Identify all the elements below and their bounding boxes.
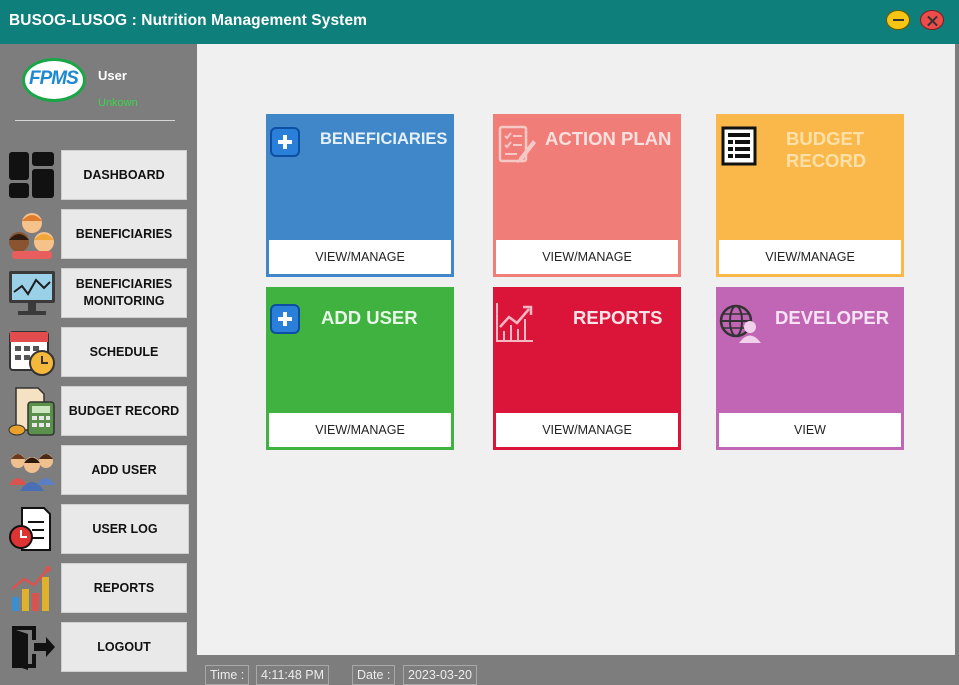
- date-value: 2023-03-20: [403, 665, 477, 685]
- tile-title: BUDGET RECORD: [786, 128, 867, 171]
- status-bar: Time : 4:11:48 PM Date : 2023-03-20: [197, 655, 959, 685]
- tile-beneficiaries[interactable]: BENEFICIARIES VIEW/MANAGE: [266, 114, 454, 277]
- tile-add-user[interactable]: ADD USER VIEW/MANAGE: [266, 287, 454, 450]
- window-title: BUSOG-LUSOG : Nutrition Management Syste…: [9, 12, 368, 29]
- view-manage-button[interactable]: VIEW/MANAGE: [269, 413, 451, 447]
- app-logo: FPMS: [22, 58, 86, 102]
- schedule-button[interactable]: SCHEDULE: [61, 327, 187, 377]
- checklist-icon: [497, 124, 537, 171]
- monitor-icon: [8, 268, 56, 318]
- tile-action-plan[interactable]: ACTION PLAN VIEW/MANAGE: [493, 114, 681, 277]
- sidebar-divider: [15, 120, 175, 121]
- view-manage-button[interactable]: VIEW/MANAGE: [496, 413, 678, 447]
- tile-developer[interactable]: DEVELOPER VIEW: [716, 287, 904, 450]
- bar-chart-icon: [8, 563, 56, 613]
- close-button[interactable]: [920, 10, 944, 30]
- beneficiaries-monitoring-button[interactable]: BENEFICIARIES MONITORING: [61, 268, 187, 318]
- sidebar-item-reports: REPORTS: [0, 563, 197, 615]
- beneficiaries-button[interactable]: BENEFICIARIES: [61, 209, 187, 259]
- plus-icon: [270, 304, 300, 334]
- sidebar-item-logout: LOGOUT: [0, 622, 197, 674]
- dashboard-panel: BENEFICIARIES VIEW/MANAGE ACTION PLAN VI…: [197, 44, 955, 655]
- document-icon: [721, 126, 759, 171]
- title-bar: BUSOG-LUSOG : Nutrition Management Syste…: [0, 0, 959, 44]
- sidebar-item-budget-record: BUDGET RECORD: [0, 386, 197, 438]
- log-icon: [8, 504, 56, 554]
- logout-icon: [8, 622, 56, 672]
- calculator-icon: [8, 386, 56, 436]
- tile-title: REPORTS: [573, 307, 663, 328]
- date-label: Date :: [352, 665, 396, 685]
- logo-text: FPMS: [29, 68, 79, 89]
- sidebar-item-add-user: ADD USER: [0, 445, 197, 497]
- reports-button[interactable]: REPORTS: [61, 563, 187, 613]
- tile-budget-record[interactable]: BUDGET RECORD VIEW/MANAGE: [716, 114, 904, 277]
- sidebar-item-beneficiaries: BENEFICIARIES: [0, 209, 197, 261]
- calendar-clock-icon: [8, 327, 56, 377]
- logout-button[interactable]: LOGOUT: [61, 622, 187, 672]
- user-status: Unkown: [98, 97, 138, 109]
- sidebar-item-beneficiaries-monitoring: BENEFICIARIES MONITORING: [0, 268, 197, 320]
- growth-chart-icon: [495, 301, 535, 348]
- globe-user-icon: [719, 304, 761, 349]
- tile-title: BENEFICIARIES: [320, 130, 448, 148]
- user-name: User: [98, 68, 127, 83]
- sidebar: FPMS User Unkown DASHBOARD BENEFICIARIES: [0, 44, 197, 685]
- users-icon: [8, 445, 56, 495]
- plus-icon: [270, 127, 300, 157]
- sidebar-item-schedule: SCHEDULE: [0, 327, 197, 379]
- view-manage-button[interactable]: VIEW/MANAGE: [496, 240, 678, 274]
- children-icon: [8, 209, 56, 259]
- view-manage-button[interactable]: VIEW/MANAGE: [269, 240, 451, 274]
- tile-title: ADD USER: [321, 307, 418, 328]
- user-log-button[interactable]: USER LOG: [61, 504, 189, 554]
- dashboard-button[interactable]: DASHBOARD: [61, 150, 187, 200]
- time-label: Time :: [205, 665, 250, 685]
- add-user-button[interactable]: ADD USER: [61, 445, 187, 495]
- time-value: 4:11:48 PM: [256, 665, 330, 685]
- tile-title: DEVELOPER: [775, 307, 890, 328]
- tile-title: ACTION PLAN: [545, 128, 672, 149]
- sidebar-item-dashboard: DASHBOARD: [0, 150, 197, 202]
- view-button[interactable]: VIEW: [719, 413, 901, 447]
- sidebar-item-user-log: USER LOG: [0, 504, 197, 556]
- budget-record-button[interactable]: BUDGET RECORD: [61, 386, 187, 436]
- dashboard-icon: [8, 150, 56, 200]
- tile-reports[interactable]: REPORTS VIEW/MANAGE: [493, 287, 681, 450]
- minimize-button[interactable]: [886, 10, 910, 30]
- view-manage-button[interactable]: VIEW/MANAGE: [719, 240, 901, 274]
